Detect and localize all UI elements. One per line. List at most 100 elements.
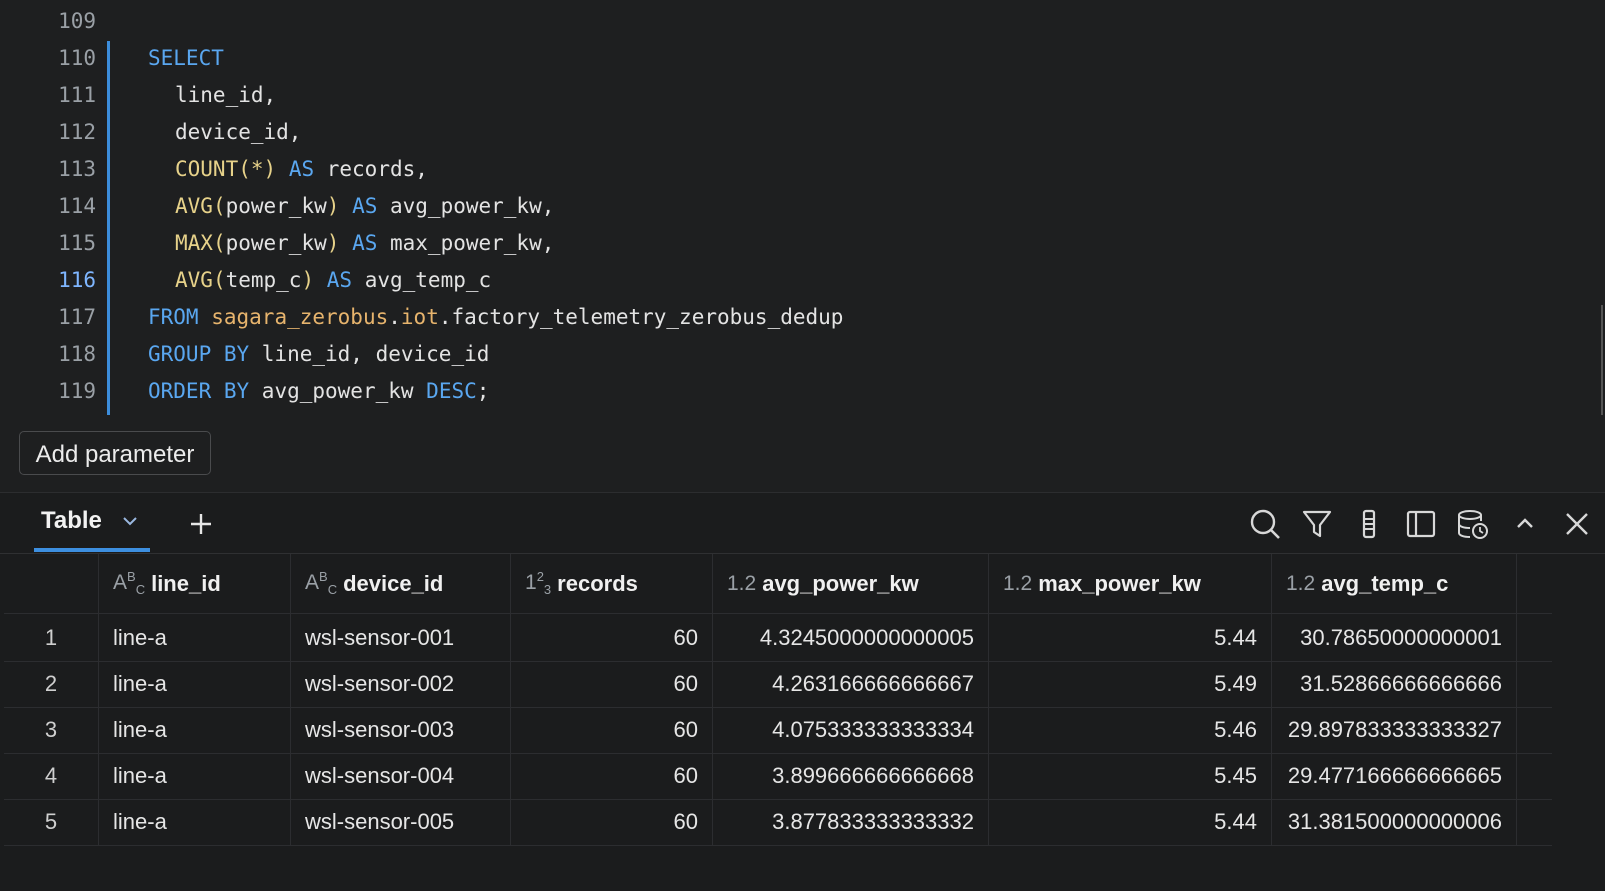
table-row[interactable]: 3 line-a wsl-sensor-003 60 4.075333333333334…	[4, 706, 1552, 754]
code-text[interactable]: AVG(power_kw) AS avg_power_kw,	[148, 188, 554, 225]
table-cell[interactable]: 29.477166666666665	[1272, 752, 1517, 799]
table-row[interactable]: 4 line-a wsl-sensor-004 60 3.899666666666668…	[4, 752, 1552, 800]
close-icon[interactable]	[1560, 507, 1594, 541]
table-row[interactable]: 2 line-a wsl-sensor-002 60 4.263166666666667…	[4, 660, 1552, 708]
table-cell[interactable]: 60	[511, 752, 713, 799]
table-cell[interactable]: line-a	[99, 614, 291, 661]
code-text[interactable]: line_id,	[148, 77, 276, 114]
column-header-records[interactable]: 123 records	[511, 554, 713, 613]
line-number: 117	[58, 305, 96, 329]
row-index[interactable]: 4	[4, 752, 99, 799]
table-cell[interactable]: 30.78650000000001	[1272, 614, 1517, 661]
column-header-avg-temp-c[interactable]: 1.2 avg_temp_c	[1272, 554, 1517, 613]
table-cell[interactable]: 3.899666666666668	[713, 752, 989, 799]
table-row[interactable]: 1 line-a wsl-sensor-001 60 4.324500000000000…	[4, 614, 1552, 662]
code-line[interactable]: 118 GROUP BY line_id, device_id	[0, 336, 1560, 373]
code-text[interactable]: MAX(power_kw) AS max_power_kw,	[148, 225, 554, 262]
row-index[interactable]: 3	[4, 706, 99, 753]
code-line[interactable]: 115 MAX(power_kw) AS max_power_kw,	[0, 225, 1560, 262]
column-header-max-power-kw[interactable]: 1.2 max_power_kw	[989, 554, 1272, 613]
column-name: line_id	[151, 570, 221, 596]
column-type-icon: 1.2	[727, 571, 757, 595]
table-cell[interactable]: 4.3245000000000005	[713, 614, 989, 661]
results-tabbar: Table	[0, 493, 1605, 554]
database-clock-icon[interactable]	[1456, 507, 1490, 541]
filter-icon[interactable]	[1300, 507, 1334, 541]
table-cell[interactable]: line-a	[99, 752, 291, 799]
column-type-icon: 1.2	[1003, 571, 1033, 595]
code-line[interactable]: 109	[0, 3, 1560, 40]
chevron-down-icon[interactable]	[120, 511, 140, 531]
code-text[interactable]: GROUP BY line_id, device_id	[148, 336, 489, 373]
table-cell[interactable]: 5.44	[989, 614, 1272, 661]
code-line[interactable]: 111 line_id,	[0, 77, 1560, 114]
code-text[interactable]: AVG(temp_c) AS avg_temp_c	[148, 262, 491, 299]
table-cell[interactable]: wsl-sensor-002	[291, 660, 511, 707]
table-cell[interactable]: 29.897833333333327	[1272, 706, 1517, 753]
sql-editor[interactable]: 109 110 SELECT 111 line_id, 112 device_id, 113 C…	[0, 0, 1605, 420]
line-number: 115	[58, 231, 96, 255]
row-index[interactable]: 1	[4, 614, 99, 661]
table-cell[interactable]: 60	[511, 614, 713, 661]
code-line[interactable]: 116 AVG(temp_c) AS avg_temp_c	[0, 262, 1560, 299]
code-line[interactable]: 110 SELECT	[0, 40, 1560, 77]
code-line[interactable]: 113 COUNT(*) AS records,	[0, 151, 1560, 188]
line-number: 111	[58, 83, 96, 107]
table-cell[interactable]: wsl-sensor-004	[291, 752, 511, 799]
table-cell[interactable]: wsl-sensor-005	[291, 798, 511, 845]
table-cell[interactable]: 4.075333333333334	[713, 706, 989, 753]
panel-icon[interactable]	[1404, 507, 1438, 541]
row-index[interactable]: 5	[4, 798, 99, 845]
code-text[interactable]: ORDER BY avg_power_kw DESC;	[148, 373, 489, 410]
table-cell[interactable]: wsl-sensor-001	[291, 614, 511, 661]
table-cell[interactable]: 31.52866666666666	[1272, 660, 1517, 707]
add-parameter-button[interactable]: Add parameter	[19, 431, 211, 475]
code-text[interactable]: COUNT(*) AS records,	[148, 151, 428, 188]
table-cell[interactable]: wsl-sensor-003	[291, 706, 511, 753]
table-cell[interactable]: 60	[511, 706, 713, 753]
code-line[interactable]: 119 ORDER BY avg_power_kw DESC;	[0, 373, 1560, 410]
code-text[interactable]: FROM sagara_zerobus.iot.factory_telemetr…	[148, 299, 843, 336]
code-text[interactable]: SELECT	[148, 40, 224, 77]
tab-table[interactable]: Table	[34, 493, 150, 552]
table-cell[interactable]: 3.877833333333332	[713, 798, 989, 845]
code-line[interactable]: 114 AVG(power_kw) AS avg_power_kw,	[0, 188, 1560, 225]
line-number: 110	[58, 46, 96, 70]
chevron-up-icon[interactable]	[1508, 507, 1542, 541]
line-number: 116	[58, 268, 96, 292]
table-cell[interactable]: 60	[511, 660, 713, 707]
table-cell[interactable]: 4.263166666666667	[713, 660, 989, 707]
table-header: ABC line_id ABC device_id 123 records 1.2 avg_p…	[4, 554, 1552, 614]
table-cell[interactable]: 5.45	[989, 752, 1272, 799]
table-row[interactable]: 5 line-a wsl-sensor-005 60 3.877833333333332…	[4, 798, 1552, 846]
column-name: avg_power_kw	[762, 570, 919, 596]
line-number: 119	[58, 379, 96, 403]
row-index[interactable]: 2	[4, 660, 99, 707]
search-icon[interactable]	[1248, 507, 1282, 541]
line-number: 109	[58, 9, 96, 33]
code-line[interactable]: 112 device_id,	[0, 114, 1560, 151]
table-cell[interactable]: 31.381500000000006	[1272, 798, 1517, 845]
line-number: 118	[58, 342, 96, 366]
table-cell[interactable]: 60	[511, 798, 713, 845]
table-cell[interactable]: 5.46	[989, 706, 1272, 753]
column-type-icon: ABC	[305, 569, 338, 598]
table-cell[interactable]: line-a	[99, 706, 291, 753]
table-cell[interactable]: 5.44	[989, 798, 1272, 845]
line-number: 112	[58, 120, 96, 144]
columns-icon[interactable]	[1352, 507, 1386, 541]
code-line[interactable]: 117 FROM sagara_zerobus.iot.factory_telem…	[0, 299, 1560, 336]
table-cell[interactable]: line-a	[99, 798, 291, 845]
table-cell[interactable]: line-a	[99, 660, 291, 707]
column-header-device-id[interactable]: ABC device_id	[291, 554, 511, 613]
column-header-avg-power-kw[interactable]: 1.2 avg_power_kw	[713, 554, 989, 613]
column-type-icon: 123	[525, 569, 552, 598]
column-header-line-id[interactable]: ABC line_id	[99, 554, 291, 613]
column-name: device_id	[343, 570, 444, 596]
code-text[interactable]: device_id,	[148, 114, 301, 151]
table-cell[interactable]: 5.49	[989, 660, 1272, 707]
results-panel: Table ABC line_id ABC device_id 123 reco…	[0, 492, 1605, 891]
tab-table-label: Table	[41, 507, 102, 534]
plus-icon[interactable]	[186, 509, 216, 539]
editor-scrollbar[interactable]	[1601, 305, 1603, 415]
